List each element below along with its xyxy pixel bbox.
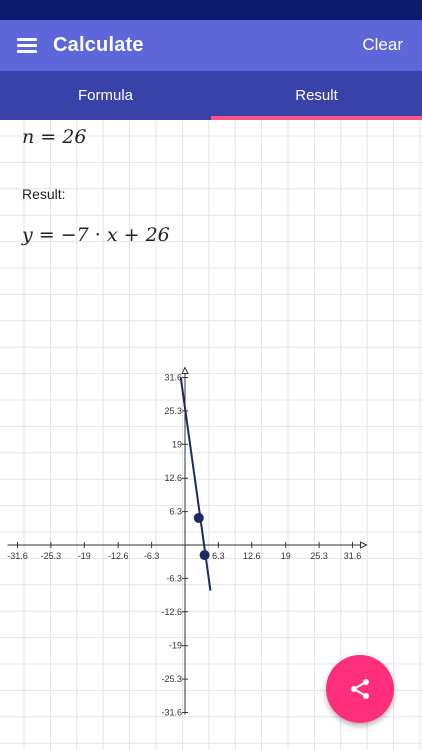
x-tick-label: -19 bbox=[78, 551, 91, 561]
x-tick-label: 12.6 bbox=[243, 551, 261, 561]
app-bar: Calculate Clear bbox=[0, 20, 422, 71]
x-tick-label: 6.3 bbox=[212, 551, 225, 561]
y-tick-label: -6.3 bbox=[166, 573, 182, 583]
menu-icon[interactable] bbox=[17, 37, 39, 54]
tab-result[interactable]: Result bbox=[211, 71, 422, 120]
share-button[interactable] bbox=[326, 655, 394, 723]
tab-bar: Formula Result bbox=[0, 71, 422, 120]
y-tick-label: -25.3 bbox=[161, 674, 182, 684]
y-axis-arrow bbox=[181, 366, 189, 375]
x-tick-label: -6.3 bbox=[144, 551, 160, 561]
x-tick-label: -12.6 bbox=[108, 551, 129, 561]
x-tick-label: 25.3 bbox=[310, 551, 328, 561]
clear-button[interactable]: Clear bbox=[362, 35, 403, 55]
x-tick-label: -25.3 bbox=[41, 551, 62, 561]
x-tick-label: -31.6 bbox=[7, 551, 28, 561]
y-tick-label: 12.6 bbox=[164, 473, 182, 483]
y-tick-label: 25.3 bbox=[164, 406, 182, 416]
y-tick-label: 19 bbox=[172, 439, 182, 449]
x-tick-label: 31.6 bbox=[344, 551, 362, 561]
y-tick-label: -12.6 bbox=[161, 607, 182, 617]
tab-formula[interactable]: Formula bbox=[0, 71, 211, 120]
graph-point bbox=[193, 512, 204, 523]
graph-point bbox=[199, 550, 210, 561]
app-title: Calculate bbox=[53, 34, 144, 56]
y-tick-label: 6.3 bbox=[169, 507, 182, 517]
y-tick-label: -31.6 bbox=[161, 707, 182, 717]
x-axis-arrow bbox=[359, 541, 368, 549]
x-tick-label: 19 bbox=[281, 551, 291, 561]
y-tick-label: -19 bbox=[169, 641, 182, 651]
y-tick-label: 31.6 bbox=[164, 373, 182, 383]
share-icon bbox=[351, 679, 369, 699]
status-bar bbox=[0, 0, 422, 20]
